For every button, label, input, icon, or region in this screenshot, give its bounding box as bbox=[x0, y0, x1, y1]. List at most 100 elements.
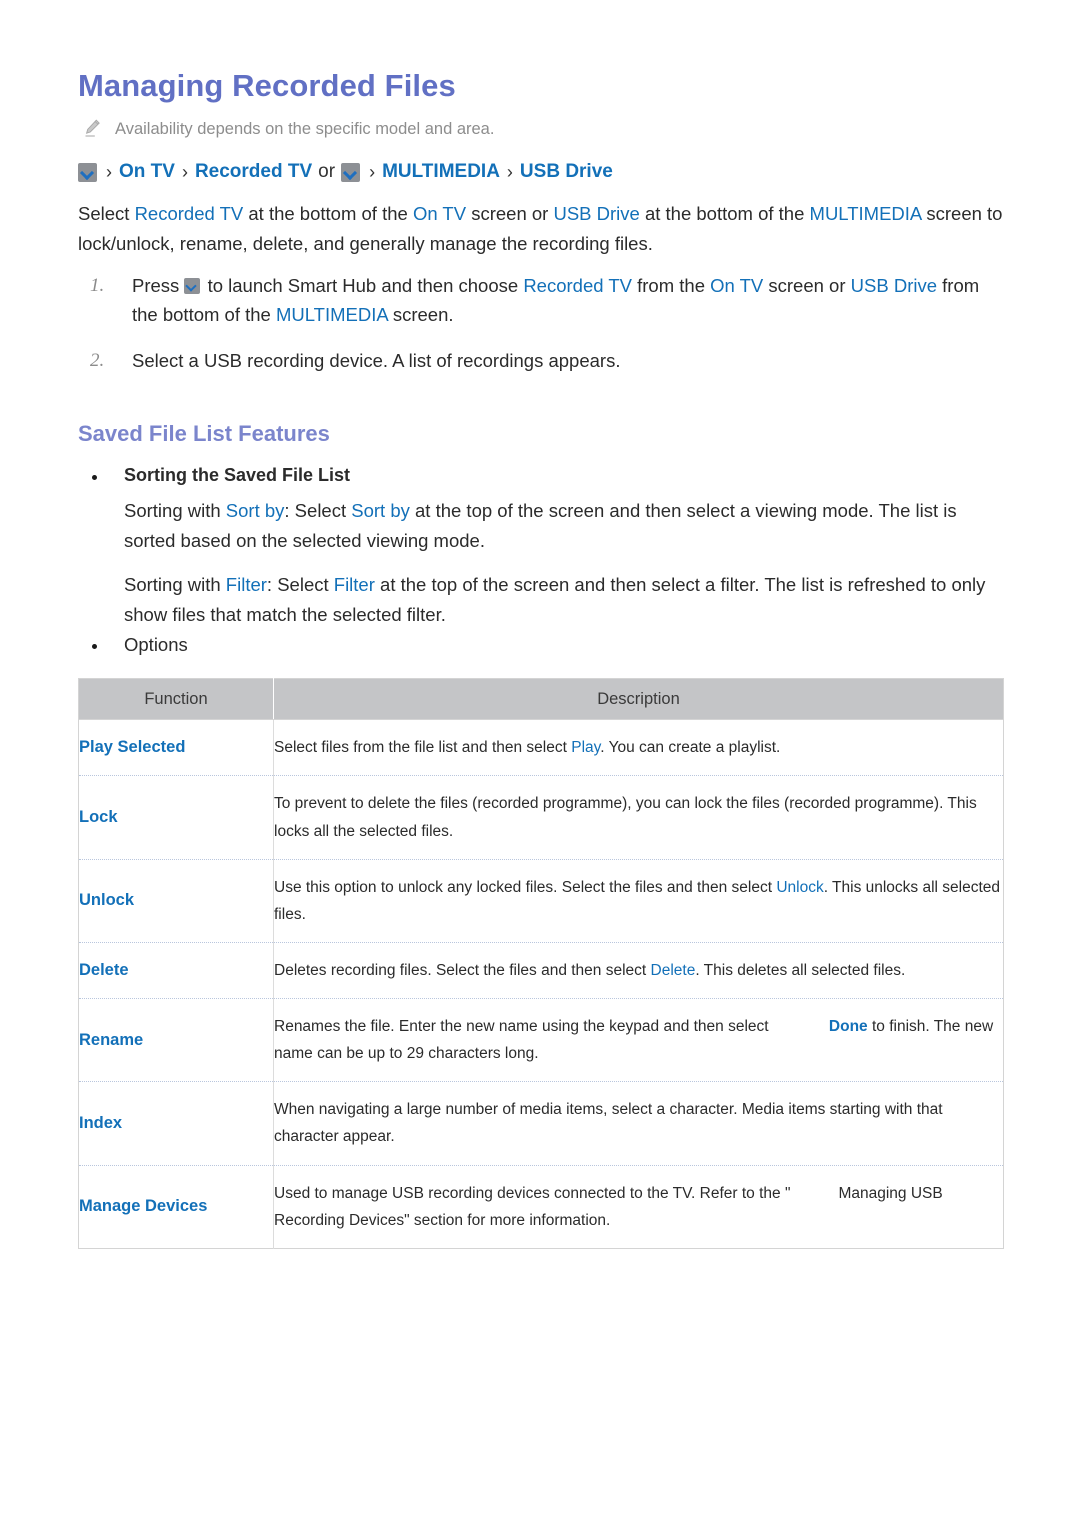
description-manage-devices: Used to manage USB recording devices con… bbox=[273, 1164, 1004, 1249]
desc-text-a: Renames the file. Enter the new name usi… bbox=[274, 1018, 773, 1036]
table-row: Rename Renames the file. Enter the new n… bbox=[78, 998, 1004, 1082]
filter-link-1[interactable]: Filter bbox=[226, 574, 267, 595]
description-index: When navigating a large number of media … bbox=[273, 1081, 1004, 1166]
desc-text-a: Used to manage USB recording devices con… bbox=[274, 1184, 791, 1202]
breadcrumb-separator-4: › bbox=[506, 162, 513, 183]
sortby-text-c: : Select bbox=[284, 500, 352, 522]
breadcrumb-item-multimedia[interactable]: MULTIMEDIA bbox=[382, 158, 500, 187]
function-name-index[interactable]: Index bbox=[78, 1081, 274, 1166]
bullet-label-options: Options bbox=[124, 634, 188, 656]
sort-by-paragraph: Sorting with Sort by: Select Sort by at … bbox=[124, 496, 1004, 556]
step-item-1: 1. Press to launch Smart Hub and then cho… bbox=[78, 271, 1004, 330]
step1-text-b: to launch Smart Hub and then choose bbox=[202, 274, 524, 296]
bullet-label-sorting: Sorting the Saved File List bbox=[124, 465, 351, 486]
function-name-unlock[interactable]: Unlock bbox=[78, 858, 274, 943]
bullet-sorting-saved-file-list: Sorting the Saved File List bbox=[78, 465, 1004, 486]
intro-link-usb-drive[interactable]: USB Drive bbox=[553, 203, 639, 224]
table-row: Play Selected Select files from the file… bbox=[78, 719, 1004, 776]
step1-link-on-tv[interactable]: On TV bbox=[710, 275, 763, 296]
table-header-row: Function Description bbox=[78, 678, 1004, 721]
column-header-function: Function bbox=[78, 678, 274, 721]
desc-text-b: Managing bbox=[838, 1184, 907, 1202]
table-row: Index When navigating a large number of … bbox=[78, 1081, 1004, 1166]
table-row: Delete Deletes recording files. Select t… bbox=[78, 941, 1004, 999]
description-unlock: Use this option to unlock any locked fil… bbox=[273, 858, 1004, 943]
step1-text-a: Press bbox=[132, 274, 185, 296]
step1-link-usb-drive[interactable]: USB Drive bbox=[851, 275, 937, 296]
desc-text-a: Use this option to unlock any locked fil… bbox=[274, 878, 777, 896]
breadcrumb-item-recorded-tv[interactable]: Recorded TV bbox=[195, 158, 312, 187]
step1-link-recorded-tv[interactable]: Recorded TV bbox=[523, 275, 632, 296]
filter-text-c: : Select bbox=[266, 574, 334, 596]
intro-text-a: Select bbox=[78, 202, 135, 224]
sortby-text-a: Sorting with bbox=[124, 500, 226, 522]
step1-text-j: screen. bbox=[387, 304, 454, 326]
intro-text-e: screen or bbox=[466, 202, 554, 224]
desc-link-done[interactable]: Done bbox=[829, 1018, 868, 1035]
intro-link-on-tv[interactable]: On TV bbox=[413, 203, 466, 224]
sortby-link-1[interactable]: Sort by bbox=[226, 500, 285, 521]
function-name-play-selected[interactable]: Play Selected bbox=[78, 719, 274, 776]
step-number-2: 2. bbox=[90, 349, 105, 371]
table-row: Unlock Use this option to unlock any loc… bbox=[78, 858, 1004, 943]
features-list: Sorting the Saved File List bbox=[78, 465, 1004, 486]
step1-link-multimedia[interactable]: MULTIMEDIA bbox=[276, 304, 388, 325]
breadcrumb-separator-2: › bbox=[181, 162, 188, 183]
availability-note: Availability depends on the specific mod… bbox=[84, 118, 1004, 140]
step1-text-f: screen or bbox=[763, 274, 851, 296]
function-name-manage-devices[interactable]: Manage Devices bbox=[78, 1164, 274, 1249]
intro-paragraph: Select Recorded TV at the bottom of the … bbox=[78, 199, 1004, 259]
breadcrumb: › On TV › Recorded TV or › MULTIMEDIA › … bbox=[78, 158, 1004, 187]
desc-text-b: . This deletes all selected files. bbox=[695, 961, 906, 979]
intro-link-recorded-tv[interactable]: Recorded TV bbox=[135, 203, 244, 224]
breadcrumb-item-on-tv[interactable]: On TV bbox=[119, 158, 175, 187]
step2-text: Select a USB recording device. A list of… bbox=[132, 349, 621, 371]
filter-paragraph: Sorting with Filter: Select Filter at th… bbox=[124, 570, 1004, 630]
table-row: Manage Devices Used to manage USB record… bbox=[78, 1164, 1004, 1249]
table-header: Function Description bbox=[78, 678, 1004, 721]
function-name-rename[interactable]: Rename bbox=[78, 998, 274, 1082]
intro-text-c: at the bottom of the bbox=[243, 202, 413, 224]
column-header-description: Description bbox=[273, 678, 1004, 721]
description-rename: Renames the file. Enter the new name usi… bbox=[273, 998, 1004, 1082]
desc-text-b: . You can create a playlist. bbox=[600, 739, 781, 757]
section-title: Saved File List Features bbox=[78, 421, 330, 447]
function-name-lock[interactable]: Lock bbox=[78, 775, 274, 860]
step-number-1: 1. bbox=[90, 274, 105, 296]
breadcrumb-separator-1: › bbox=[106, 162, 112, 183]
intro-link-multimedia[interactable]: MULTIMEDIA bbox=[810, 203, 922, 224]
step1-text-d: from the bbox=[631, 274, 711, 296]
steps-list: 1. Press to launch Smart Hub and then cho… bbox=[78, 271, 1004, 376]
desc-link-play[interactable]: Play bbox=[571, 739, 600, 756]
options-list: Options bbox=[78, 634, 1004, 656]
filter-text-a: Sorting with bbox=[124, 574, 226, 596]
smart-hub-chevron-icon[interactable] bbox=[78, 163, 97, 183]
function-name-delete[interactable]: Delete bbox=[78, 941, 274, 999]
filter-link-2[interactable]: Filter bbox=[334, 574, 375, 595]
description-lock: To prevent to delete the files (recorded… bbox=[273, 775, 1004, 860]
smart-hub-chevron-icon-3[interactable] bbox=[184, 277, 201, 294]
breadcrumb-conjunction: or bbox=[318, 161, 336, 183]
table-body: Play Selected Select files from the file… bbox=[78, 719, 1004, 1249]
description-delete: Deletes recording files. Select the file… bbox=[273, 941, 1004, 999]
sortby-link-2[interactable]: Sort by bbox=[351, 500, 410, 521]
bullet-options: Options bbox=[78, 634, 1004, 656]
document-page: Managing Recorded Files Availability dep… bbox=[0, 0, 1080, 1527]
desc-text-a: Deletes recording files. Select the file… bbox=[274, 961, 651, 979]
pencil-icon bbox=[84, 119, 101, 138]
table-row: Lock To prevent to delete the files (rec… bbox=[78, 775, 1004, 860]
desc-text-a: Select files from the file list and then… bbox=[274, 739, 572, 757]
step-item-2: 2. Select a USB recording device. A list … bbox=[78, 346, 1004, 376]
availability-note-text: Availability depends on the specific mod… bbox=[115, 120, 495, 138]
page-title: Managing Recorded Files bbox=[78, 68, 456, 103]
smart-hub-chevron-icon-2[interactable] bbox=[341, 163, 361, 183]
intro-text-g: at the bottom of the bbox=[639, 202, 810, 224]
desc-link-unlock[interactable]: Unlock bbox=[776, 879, 823, 896]
desc-text-a: To prevent to delete the files (recorded… bbox=[274, 795, 977, 840]
desc-link-delete[interactable]: Delete bbox=[651, 962, 696, 979]
description-play-selected: Select files from the file list and then… bbox=[274, 720, 1004, 776]
breadcrumb-separator-3: › bbox=[369, 162, 376, 183]
breadcrumb-item-usb-drive[interactable]: USB Drive bbox=[520, 158, 613, 187]
desc-text-a: When navigating a large number of media … bbox=[274, 1101, 943, 1146]
options-table: Function Description Play Selected Selec… bbox=[78, 678, 1004, 1249]
